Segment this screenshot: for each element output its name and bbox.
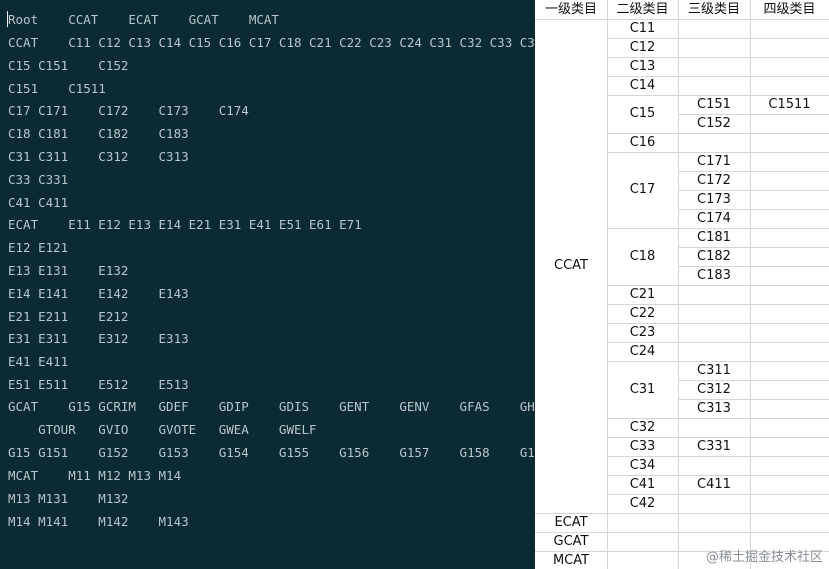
level2-cell[interactable]: C32	[607, 418, 678, 437]
terminal-window[interactable]: Root CCAT ECAT GCAT MCAT CCAT C11 C12 C13…	[0, 0, 535, 569]
level4-cell[interactable]: C1511	[750, 95, 829, 114]
row-separator	[678, 494, 829, 495]
level2-cell[interactable]: C22	[607, 304, 678, 323]
row-separator	[678, 133, 829, 134]
terminal-line: GCAT G15 GCRIM GDEF GDIP GDIS GENT GENV …	[8, 399, 535, 414]
column-header[interactable]: 一级类目	[535, 0, 607, 19]
row-separator	[678, 418, 829, 419]
row-separator	[678, 342, 829, 343]
row-separator	[678, 38, 829, 39]
level3-cell[interactable]: C151	[678, 95, 750, 114]
row-separator	[678, 57, 829, 58]
level2-cell[interactable]: C24	[607, 342, 678, 361]
level3-cell[interactable]: C181	[678, 228, 750, 247]
terminal-line: E12 E121	[8, 240, 69, 255]
terminal-line: Root CCAT ECAT GCAT MCAT	[8, 12, 279, 27]
row-separator	[678, 456, 829, 457]
watermark-text: @稀土掘金技术社区	[705, 550, 823, 565]
row-separator	[678, 304, 829, 305]
level3-cell[interactable]: C313	[678, 399, 750, 418]
terminal-line: C18 C181 C182 C183	[8, 126, 189, 141]
level2-cell[interactable]: C33	[607, 437, 678, 456]
column-header[interactable]: 二级类目	[607, 0, 678, 19]
level3-cell[interactable]: C174	[678, 209, 750, 228]
terminal-line: E31 E311 E312 E313	[8, 331, 189, 346]
level3-cell[interactable]: C172	[678, 171, 750, 190]
terminal-line: M14 M141 M142 M143	[8, 514, 189, 529]
level2-cell[interactable]: C17	[607, 152, 678, 228]
level2-cell[interactable]: C12	[607, 38, 678, 57]
terminal-line: G15 G151 G152 G153 G154 G155 G156 G157 G…	[8, 445, 535, 460]
terminal-line: C41 C411	[8, 195, 69, 210]
level2-cell[interactable]: C31	[607, 361, 678, 418]
row-separator	[678, 76, 829, 77]
level2-cell[interactable]: C21	[607, 285, 678, 304]
level2-cell[interactable]: C41	[607, 475, 678, 494]
terminal-line: E51 E511 E512 E513	[8, 377, 189, 392]
level2-cell[interactable]: C18	[607, 228, 678, 285]
level2-cell[interactable]: C23	[607, 323, 678, 342]
terminal-line: C151 C1511	[8, 81, 106, 96]
level2-cell[interactable]: C11	[607, 19, 678, 38]
level2-cell[interactable]: C14	[607, 76, 678, 95]
level3-cell[interactable]: C183	[678, 266, 750, 285]
terminal-line: MCAT M11 M12 M13 M14	[8, 468, 182, 483]
level1-cell[interactable]: MCAT	[535, 551, 607, 569]
level3-cell[interactable]: C411	[678, 475, 750, 494]
terminal-line: ECAT E11 E12 E13 E14 E21 E31 E41 E51 E61…	[8, 217, 362, 232]
spreadsheet[interactable]: 一级类目 二级类目 三级类目 四级类目 CCAT ECAT GCAT MCAT C11 C12 C1…	[535, 0, 829, 569]
level3-cell[interactable]: C312	[678, 380, 750, 399]
level3-cell[interactable]: C182	[678, 247, 750, 266]
level3-cell[interactable]: C173	[678, 190, 750, 209]
level3-cell[interactable]: C152	[678, 114, 750, 133]
row-separator	[678, 285, 829, 286]
terminal-line: CCAT C11 C12 C13 C14 C15 C16 C17 C18 C21…	[8, 35, 535, 50]
column-header[interactable]: 三级类目	[678, 0, 750, 19]
level2-cell[interactable]: C42	[607, 494, 678, 513]
terminal-line: C33 C331	[8, 172, 69, 187]
row-separator	[678, 513, 829, 514]
terminal-line: M13 M131 M132	[8, 491, 129, 506]
terminal-line: E13 E131 E132	[8, 263, 129, 278]
terminal-line: C15 C151 C152	[8, 58, 129, 73]
terminal-line: C31 C311 C312 C313	[8, 149, 189, 164]
level2-cell[interactable]: C15	[607, 95, 678, 133]
terminal-line: C17 C171 C172 C173 C174	[8, 103, 249, 118]
level1-cell[interactable]: ECAT	[535, 513, 607, 532]
level3-cell[interactable]: C171	[678, 152, 750, 171]
terminal-line: E41 E411	[8, 354, 69, 369]
level1-cell[interactable]: CCAT	[535, 19, 607, 513]
row-separator	[607, 513, 678, 514]
level2-cell[interactable]: C13	[607, 57, 678, 76]
row-separator	[607, 532, 829, 533]
level3-cell[interactable]: C331	[678, 437, 750, 456]
terminal-line: E21 E211 E212	[8, 309, 129, 324]
terminal-line: GTOUR GVIO GVOTE GWEA GWELF	[8, 422, 317, 437]
row-separator	[678, 323, 829, 324]
level2-cell[interactable]: C16	[607, 133, 678, 152]
terminal-line: E14 E141 E142 E143	[8, 286, 189, 301]
level2-cell[interactable]: C34	[607, 456, 678, 475]
column-header[interactable]: 四级类目	[750, 0, 829, 19]
level1-cell[interactable]: GCAT	[535, 532, 607, 551]
level3-cell[interactable]: C311	[678, 361, 750, 380]
